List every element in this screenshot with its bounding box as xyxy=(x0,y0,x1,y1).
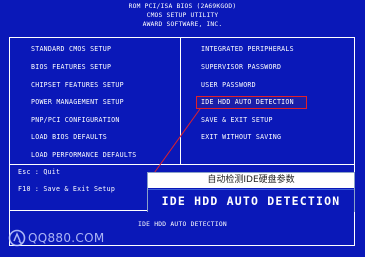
bios-screen: ROM PCI/ISA BIOS (2A69KGOD) CMOS SETUP U… xyxy=(0,0,365,257)
menu-item-integrated-peripherals[interactable]: INTEGRATED PERIPHERALS xyxy=(201,45,294,54)
vendor-line: AWARD SOFTWARE, INC. xyxy=(142,21,223,28)
menu-item-save-exit-setup[interactable]: SAVE & EXIT SETUP xyxy=(201,116,273,125)
menu-bottom-divider xyxy=(10,164,354,165)
callout-english-label: IDE HDD AUTO DETECTION xyxy=(148,189,354,212)
menu-item-standard-cmos-setup[interactable]: STANDARD CMOS SETUP xyxy=(31,45,111,54)
menu-item-bios-features-setup[interactable]: BIOS FEATURES SETUP xyxy=(31,63,111,72)
watermark-logo-icon xyxy=(8,229,26,247)
status-line: IDE HDD AUTO DETECTION xyxy=(138,221,227,228)
annotation-callout: 自动检测IDE硬盘参数 IDE HDD AUTO DETECTION xyxy=(147,172,355,212)
menu-item-power-management-setup[interactable]: POWER MANAGEMENT SETUP xyxy=(31,98,124,107)
menu-item-pnp-pci-configuration[interactable]: PNP/PCI CONFIGURATION xyxy=(31,116,120,125)
menu-item-load-bios-defaults[interactable]: LOAD BIOS DEFAULTS xyxy=(31,133,107,142)
menu-item-supervisor-password[interactable]: SUPERVISOR PASSWORD xyxy=(201,63,281,72)
menu-item-user-password[interactable]: USER PASSWORD xyxy=(201,81,256,90)
key-hint-f10: F10 : Save & Exit Setup xyxy=(18,185,116,193)
menu-item-exit-without-saving[interactable]: EXIT WITHOUT SAVING xyxy=(201,133,281,142)
menu-item-ide-hdd-auto-detection[interactable]: IDE HDD AUTO DETECTION xyxy=(201,98,294,107)
menu-item-chipset-features-setup[interactable]: CHIPSET FEATURES SETUP xyxy=(31,81,124,90)
key-hint-esc: Esc : Quit xyxy=(18,168,61,176)
menu-item-ide-hdd-auto-detection-highlight[interactable]: IDE HDD AUTO DETECTION xyxy=(196,96,307,109)
watermark-text: QQ880.COM xyxy=(28,231,105,245)
menu-item-load-performance-defaults[interactable]: LOAD PERFORMANCE DEFAULTS xyxy=(31,151,137,160)
column-divider xyxy=(180,38,181,164)
callout-chinese-label: 自动检测IDE硬盘参数 xyxy=(148,173,354,188)
bios-version-line: ROM PCI/ISA BIOS (2A69KGOD) xyxy=(128,3,237,10)
utility-title: CMOS SETUP UTILITY xyxy=(146,12,219,19)
